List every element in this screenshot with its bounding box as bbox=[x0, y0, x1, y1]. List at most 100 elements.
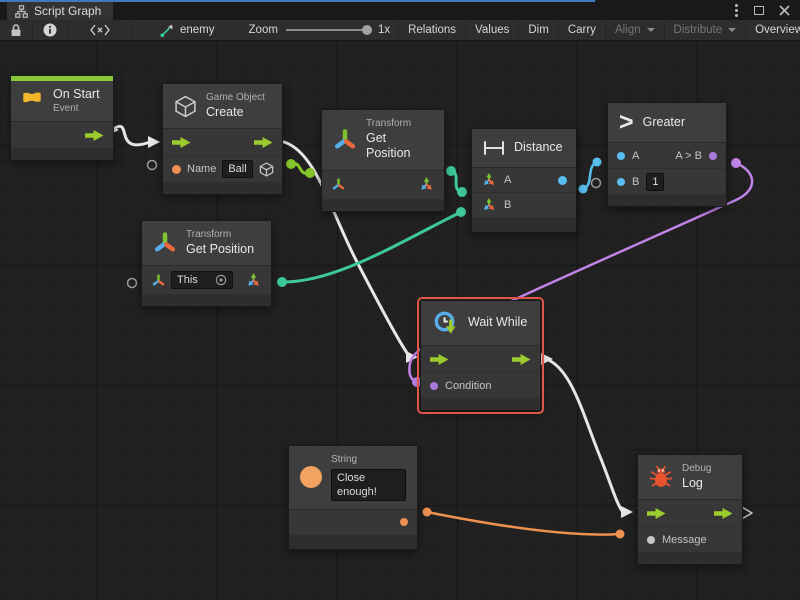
more-options-icon[interactable] bbox=[733, 3, 739, 17]
vector3-out-port vector3-icon[interactable] bbox=[245, 272, 262, 289]
distribute-dropdown[interactable]: Distribute bbox=[665, 20, 747, 40]
timer-icon bbox=[432, 310, 459, 336]
node-footer bbox=[322, 200, 444, 211]
exec-in-port[interactable] bbox=[430, 354, 449, 365]
name-value-field[interactable]: Ball bbox=[222, 160, 252, 178]
cube-icon bbox=[174, 95, 197, 118]
node-footer bbox=[421, 399, 540, 410]
close-icon[interactable] bbox=[779, 5, 790, 16]
a-port-label: A bbox=[504, 174, 511, 186]
string-out-port[interactable] bbox=[400, 518, 408, 526]
exec-in-port[interactable] bbox=[647, 508, 666, 519]
relations-button[interactable]: Relations bbox=[398, 20, 466, 40]
angle-brackets-icon bbox=[90, 24, 110, 36]
node-title: Distance bbox=[514, 140, 563, 156]
exec-out-port[interactable] bbox=[714, 508, 733, 519]
node-subtitle: Event bbox=[53, 103, 100, 116]
node-on-start-event[interactable]: On Start Event bbox=[10, 75, 114, 161]
values-button[interactable]: Values bbox=[466, 20, 519, 40]
node-footer bbox=[142, 295, 271, 306]
tab-bar: Script Graph bbox=[0, 0, 800, 20]
a-input-port[interactable] bbox=[617, 152, 625, 160]
node-get-position-ball[interactable]: Transform Get Position bbox=[321, 109, 445, 212]
exec-out-port[interactable] bbox=[85, 130, 104, 141]
script-graph-window: Script Graph e bbox=[0, 0, 800, 600]
zoom-level: 1x bbox=[378, 24, 390, 36]
exec-out-port[interactable] bbox=[512, 354, 531, 365]
result-port-label: A > B bbox=[675, 150, 702, 162]
distance-icon bbox=[483, 140, 505, 156]
node-title: Log bbox=[682, 476, 711, 492]
node-wait-while[interactable]: Wait While Condition bbox=[420, 300, 541, 411]
transform-icon bbox=[153, 231, 177, 255]
condition-input-port[interactable] bbox=[430, 382, 438, 390]
name-port-label: Name bbox=[187, 163, 216, 175]
lock-icon bbox=[10, 24, 22, 37]
node-game-object-create[interactable]: Game Object Create Name Ball bbox=[162, 83, 283, 195]
maximize-icon[interactable] bbox=[754, 6, 764, 15]
a-port-label: A bbox=[632, 150, 639, 162]
b-value-field[interactable]: 1 bbox=[646, 173, 664, 191]
node-title: Greater bbox=[643, 115, 685, 131]
info-icon bbox=[43, 23, 57, 37]
transform-in-port transform-icon[interactable] bbox=[151, 273, 166, 288]
node-footer bbox=[638, 553, 742, 564]
node-greater[interactable]: > Greater A A > B B 1 bbox=[607, 102, 727, 207]
exec-out-port[interactable] bbox=[254, 137, 273, 148]
node-distance[interactable]: Distance A B bbox=[471, 128, 577, 233]
node-footer bbox=[163, 183, 282, 194]
align-dropdown[interactable]: Align bbox=[606, 20, 665, 40]
vector3-in-port vector3-icon[interactable] bbox=[481, 197, 497, 213]
name-input-port[interactable] bbox=[172, 165, 181, 174]
chevron-down-icon bbox=[647, 28, 655, 32]
edit-source-button[interactable] bbox=[68, 20, 133, 40]
string-circle-icon bbox=[300, 466, 322, 488]
zoom-slider-handle[interactable] bbox=[362, 25, 372, 35]
condition-port-label: Condition bbox=[445, 380, 491, 392]
zoom-slider[interactable] bbox=[286, 29, 370, 31]
node-string-literal[interactable]: String Close enough! bbox=[288, 445, 418, 550]
node-title: Wait While bbox=[468, 315, 527, 331]
result-out-port[interactable] bbox=[558, 176, 567, 185]
target-value-field[interactable]: This bbox=[171, 271, 233, 289]
vector3-out-port vector3-icon[interactable] bbox=[418, 176, 435, 193]
chevron-down-icon bbox=[728, 28, 736, 32]
inspect-button[interactable] bbox=[33, 20, 68, 40]
tab-script-graph[interactable]: Script Graph bbox=[7, 2, 113, 20]
node-footer bbox=[289, 536, 417, 549]
node-subtitle: Transform bbox=[366, 118, 433, 131]
b-port-label: B bbox=[504, 199, 511, 211]
game-object-out-port cube-icon[interactable] bbox=[259, 162, 274, 177]
vector3-in-port vector3-icon[interactable] bbox=[481, 172, 497, 188]
graph-pointer-icon bbox=[159, 23, 174, 38]
node-title: On Start bbox=[53, 87, 100, 103]
bug-icon bbox=[649, 465, 673, 490]
lock-button[interactable] bbox=[0, 20, 33, 40]
greater-icon: > bbox=[619, 110, 634, 135]
transform-icon bbox=[333, 128, 357, 152]
dim-button[interactable]: Dim bbox=[519, 20, 558, 40]
carry-button[interactable]: Carry bbox=[559, 20, 606, 40]
node-footer bbox=[608, 195, 726, 206]
graph-reference[interactable]: enemy bbox=[151, 20, 223, 40]
node-title: Get Position bbox=[366, 131, 433, 162]
hierarchy-icon bbox=[15, 5, 28, 18]
graph-reference-label: enemy bbox=[180, 24, 215, 36]
node-subtitle: String bbox=[331, 454, 406, 467]
node-footer bbox=[11, 149, 113, 160]
b-input-port[interactable] bbox=[617, 178, 625, 186]
focus-highlight bbox=[0, 0, 595, 2]
node-debug-log[interactable]: Debug Log Message bbox=[637, 454, 743, 565]
node-title: Get Position bbox=[186, 242, 254, 258]
message-input-port[interactable] bbox=[647, 536, 655, 544]
exec-in-port[interactable] bbox=[172, 137, 191, 148]
string-value-field[interactable]: Close enough! bbox=[331, 469, 406, 501]
message-port-label: Message bbox=[662, 534, 707, 546]
node-subtitle: Debug bbox=[682, 463, 711, 476]
transform-in-port transform-icon[interactable] bbox=[331, 177, 346, 192]
node-footer bbox=[472, 218, 576, 232]
graph-toolbar: enemy Zoom 1x Relations Values Dim Carry… bbox=[0, 20, 800, 41]
result-out-port[interactable] bbox=[709, 152, 717, 160]
overview-button[interactable]: Overview bbox=[746, 20, 800, 40]
node-get-position-this[interactable]: Transform Get Position This bbox=[141, 220, 272, 307]
